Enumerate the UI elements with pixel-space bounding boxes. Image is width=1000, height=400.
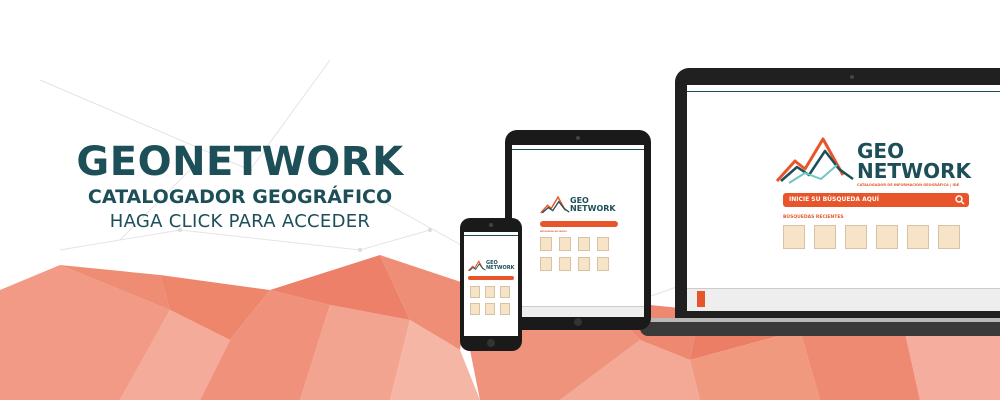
tablet-screen: GEO NETWORK BÚSQUEDAS RECIENTES — [512, 145, 644, 317]
mountain-logo-icon — [775, 137, 854, 184]
recent-search-thumb[interactable] — [559, 237, 571, 251]
recent-search-thumb[interactable] — [500, 286, 510, 298]
recent-search-thumb[interactable] — [845, 225, 867, 249]
recent-search-thumb[interactable] — [907, 225, 929, 249]
recent-search-thumb[interactable] — [470, 303, 480, 315]
phone-home-button[interactable] — [487, 339, 495, 347]
recent-search-thumb[interactable] — [500, 303, 510, 315]
recent-search-thumb[interactable] — [470, 286, 480, 298]
recent-search-thumb[interactable] — [485, 286, 495, 298]
headline-subtitle[interactable]: CATALOGADOR GEOGRÁFICO — [30, 184, 450, 210]
recent-search-thumb[interactable] — [814, 225, 836, 249]
recent-search-thumb[interactable] — [938, 225, 960, 249]
mountain-logo-icon — [468, 260, 486, 272]
app-header — [464, 232, 518, 236]
recent-searches-label: BÚSQUEDAS RECIENTES — [540, 231, 567, 233]
recent-searches-grid — [540, 237, 609, 271]
recent-search-thumb[interactable] — [876, 225, 898, 249]
logo-geo: GEO — [857, 139, 905, 163]
logo-tagline: CATALOGADOR DE INFORMACIÓN GEOGRÁFICA | … — [857, 183, 960, 187]
search-icon[interactable] — [955, 195, 965, 205]
phone-camera — [489, 223, 493, 227]
recent-search-thumb[interactable] — [540, 257, 552, 271]
recent-search-thumb[interactable] — [578, 237, 590, 251]
recent-search-thumb[interactable] — [783, 225, 805, 249]
recent-search-thumb[interactable] — [578, 257, 590, 271]
banner[interactable]: GEONETWORK CATALOGADOR GEOGRÁFICO HAGA C… — [0, 0, 1000, 400]
laptop-frame: GEO NETWORK CATALOGADOR DE INFORMACIÓN G… — [675, 68, 1000, 326]
laptop-screen: GEO NETWORK CATALOGADOR DE INFORMACIÓN G… — [687, 85, 1000, 311]
recent-search-thumb[interactable] — [597, 237, 609, 251]
recent-search-thumb[interactable] — [597, 257, 609, 271]
recent-search-thumb[interactable] — [540, 237, 552, 251]
app-footer — [687, 288, 1000, 311]
app-header — [512, 145, 644, 150]
logo-network: NETWORK — [857, 159, 972, 183]
app-footer — [512, 306, 644, 317]
headline-block[interactable]: GEONETWORK CATALOGADOR GEOGRÁFICO HAGA C… — [30, 140, 450, 234]
recent-searches-grid — [470, 286, 510, 315]
tablet-camera — [576, 136, 580, 140]
logo-network: NETWORK — [486, 265, 515, 271]
search-placeholder: INICIE SU BÚSQUEDA AQUÍ — [789, 196, 879, 203]
tablet-home-button[interactable] — [574, 318, 582, 326]
recent-search-thumb[interactable] — [485, 303, 495, 315]
recent-searches-grid — [783, 225, 960, 249]
mountain-logo-icon — [540, 195, 570, 214]
search-input[interactable] — [468, 276, 514, 280]
access-link[interactable]: HAGA CLICK PARA ACCEDER — [30, 210, 450, 234]
headline-title[interactable]: GEONETWORK — [30, 140, 450, 184]
laptop-camera — [850, 75, 854, 79]
logo-network: NETWORK — [570, 204, 616, 213]
phone-frame: GEO NETWORK — [460, 218, 522, 351]
feedback-tab[interactable] — [697, 291, 705, 307]
search-input[interactable]: INICIE SU BÚSQUEDA AQUÍ — [783, 193, 969, 207]
phone-screen: GEO NETWORK — [464, 232, 518, 336]
app-header — [687, 85, 1000, 92]
recent-searches-label: BÚSQUEDAS RECIENTES — [783, 215, 844, 220]
tablet-frame: GEO NETWORK BÚSQUEDAS RECIENTES — [505, 130, 651, 330]
laptop-base — [640, 322, 1000, 336]
recent-search-thumb[interactable] — [559, 257, 571, 271]
search-input[interactable] — [540, 221, 618, 227]
